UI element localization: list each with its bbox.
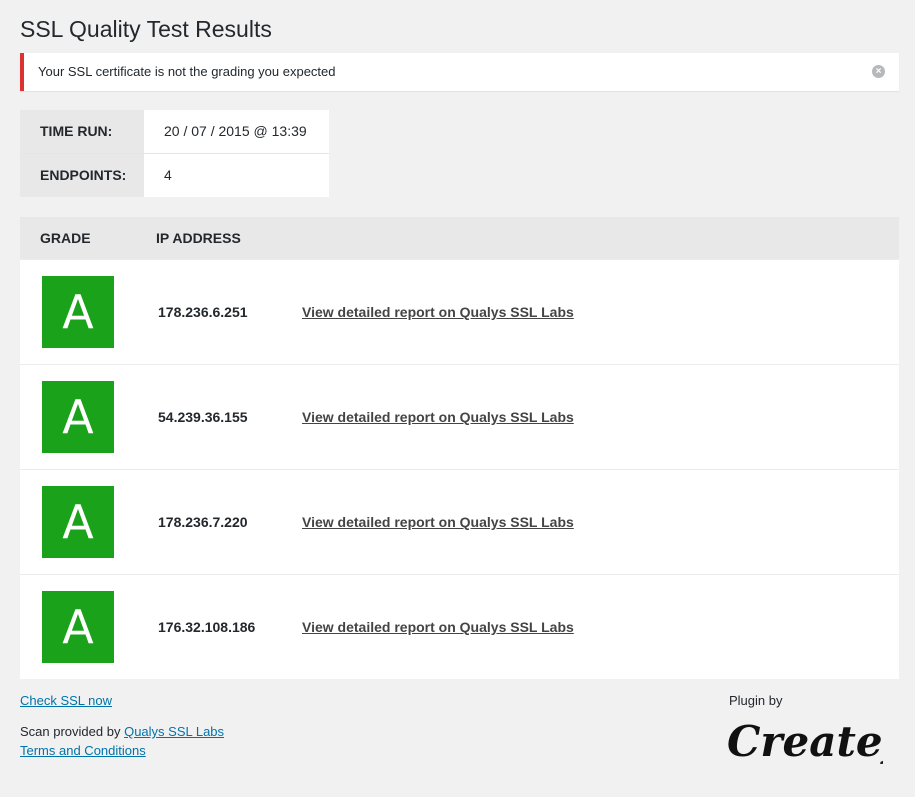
notice-message: Your SSL certificate is not the grading …	[38, 64, 336, 79]
table-row: A 176.32.108.186 View detailed report on…	[20, 574, 899, 679]
report-link[interactable]: View detailed report on Qualys SSL Labs	[302, 619, 574, 635]
grade-badge: A	[42, 486, 114, 558]
footer-links: Check SSL now Scan provided by Qualys SS…	[20, 693, 224, 760]
scan-credit: Scan provided by Qualys SSL Labs	[20, 722, 224, 741]
qualys-link[interactable]: Qualys SSL Labs	[124, 724, 224, 739]
report-link[interactable]: View detailed report on Qualys SSL Labs	[302, 304, 574, 320]
results-header: GRADE IP ADDRESS	[20, 217, 899, 259]
grade-badge: A	[42, 276, 114, 348]
grade-cell: A	[20, 381, 158, 453]
grade-badge: A	[42, 591, 114, 663]
grade-column-header: GRADE	[40, 230, 91, 246]
ip-column-header: IP ADDRESS	[156, 230, 241, 246]
endpoints-label: ENDPOINTS:	[20, 154, 144, 197]
grade-cell: A	[20, 591, 158, 663]
table-row: A 54.239.36.155 View detailed report on …	[20, 364, 899, 469]
table-row: A 178.236.7.220 View detailed report on …	[20, 469, 899, 574]
logo-text: Createful	[727, 717, 883, 766]
grade-cell: A	[20, 276, 158, 348]
grade-cell: A	[20, 486, 158, 558]
endpoints-value: 4	[144, 154, 329, 197]
table-row: A 178.236.6.251 View detailed report on …	[20, 259, 899, 364]
time-run-value: 20 / 07 / 2015 @ 13:39	[144, 110, 329, 153]
ip-address: 178.236.6.251	[158, 304, 248, 320]
report-link[interactable]: View detailed report on Qualys SSL Labs	[302, 514, 574, 530]
createful-logo: Createful	[727, 717, 883, 766]
time-run-label: TIME RUN:	[20, 110, 144, 153]
plugin-by-label: Plugin by	[729, 693, 783, 708]
test-meta-table: TIME RUN: 20 / 07 / 2015 @ 13:39 ENDPOIN…	[20, 110, 329, 197]
report-link[interactable]: View detailed report on Qualys SSL Labs	[302, 409, 574, 425]
page-title: SSL Quality Test Results	[20, 16, 272, 42]
check-ssl-link[interactable]: Check SSL now	[20, 693, 224, 708]
results-table: GRADE IP ADDRESS A 178.236.6.251 View de…	[20, 217, 899, 679]
ip-address: 176.32.108.186	[158, 619, 256, 635]
ip-address: 178.236.7.220	[158, 514, 248, 530]
plugin-credit: Plugin by Createful	[727, 693, 883, 772]
scan-credit-prefix: Scan provided by	[20, 724, 125, 739]
close-icon[interactable]: ×	[872, 65, 885, 78]
ip-address: 54.239.36.155	[158, 409, 248, 425]
error-notice: Your SSL certificate is not the grading …	[20, 53, 899, 91]
terms-link[interactable]: Terms and Conditions	[20, 741, 224, 760]
grade-badge: A	[42, 381, 114, 453]
meta-row-endpoints: ENDPOINTS: 4	[20, 153, 329, 197]
meta-row-time-run: TIME RUN: 20 / 07 / 2015 @ 13:39	[20, 110, 329, 153]
